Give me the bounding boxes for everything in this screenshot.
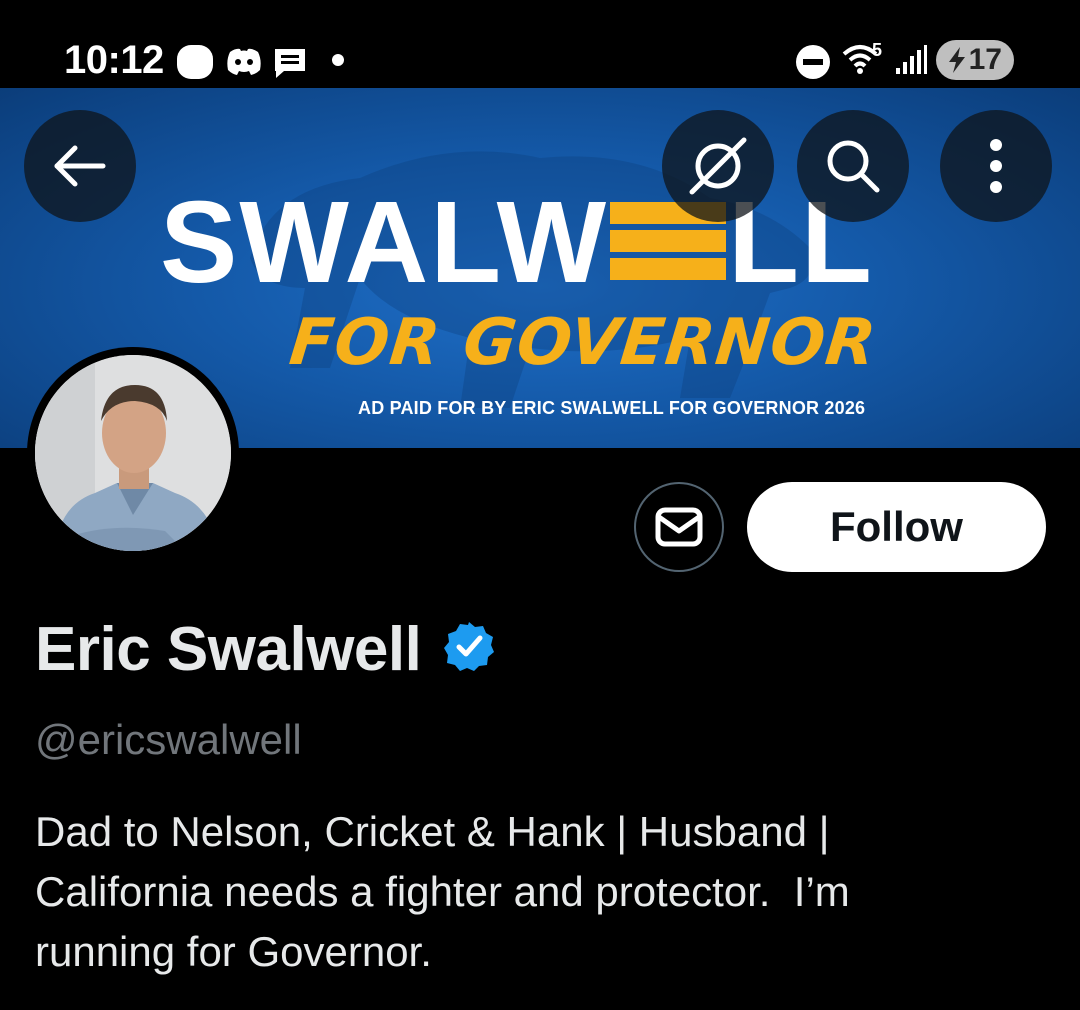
bio-line: running for Governor. bbox=[35, 928, 432, 975]
discord-icon bbox=[224, 46, 264, 83]
dnd-icon bbox=[795, 44, 831, 85]
more-options-button[interactable] bbox=[940, 110, 1052, 222]
envelope-icon bbox=[655, 507, 703, 547]
profile-name: Eric Swalwell bbox=[35, 615, 422, 684]
avatar-photo bbox=[35, 355, 231, 551]
banner-fine-print: AD PAID FOR BY ERIC SWALWELL FOR GOVERNO… bbox=[358, 398, 866, 418]
message-icon bbox=[272, 46, 308, 85]
follow-button[interactable]: Follow bbox=[747, 482, 1046, 572]
search-button[interactable] bbox=[797, 110, 909, 222]
battery-indicator: 17 bbox=[936, 40, 1014, 80]
banner-title: SWALW LL bbox=[160, 184, 874, 300]
app-icon bbox=[176, 44, 214, 85]
wifi-label: 5 bbox=[872, 40, 883, 60]
charging-icon bbox=[946, 46, 968, 82]
profile-bio: Dad to Nelson, Cricket & Hank | Husband … bbox=[35, 802, 1045, 982]
profile-name-row: Eric Swalwell bbox=[35, 612, 495, 687]
status-bar: 10:12 5 17 bbox=[0, 0, 1080, 88]
grok-button[interactable] bbox=[662, 110, 774, 222]
grok-icon bbox=[689, 137, 747, 195]
search-icon bbox=[827, 140, 880, 193]
status-time: 10:12 bbox=[64, 38, 164, 82]
bio-line: California needs a fighter and protector… bbox=[35, 868, 850, 915]
notification-dot bbox=[332, 54, 344, 66]
banner-title-part1: SWALW bbox=[160, 177, 609, 307]
bio-line: Dad to Nelson, Cricket & Hank | Husband … bbox=[35, 808, 830, 855]
more-vertical-icon bbox=[990, 139, 1002, 193]
verified-badge-icon[interactable] bbox=[443, 616, 495, 687]
avatar[interactable] bbox=[27, 347, 239, 559]
battery-level: 17 bbox=[968, 43, 1002, 76]
message-button[interactable] bbox=[634, 482, 724, 572]
arrow-left-icon bbox=[54, 145, 106, 187]
banner-subtitle: FOR GOVERNOR bbox=[286, 306, 881, 380]
signal-icon bbox=[894, 44, 928, 81]
back-button[interactable] bbox=[24, 110, 136, 222]
profile-handle: @ericswalwell bbox=[35, 716, 302, 763]
